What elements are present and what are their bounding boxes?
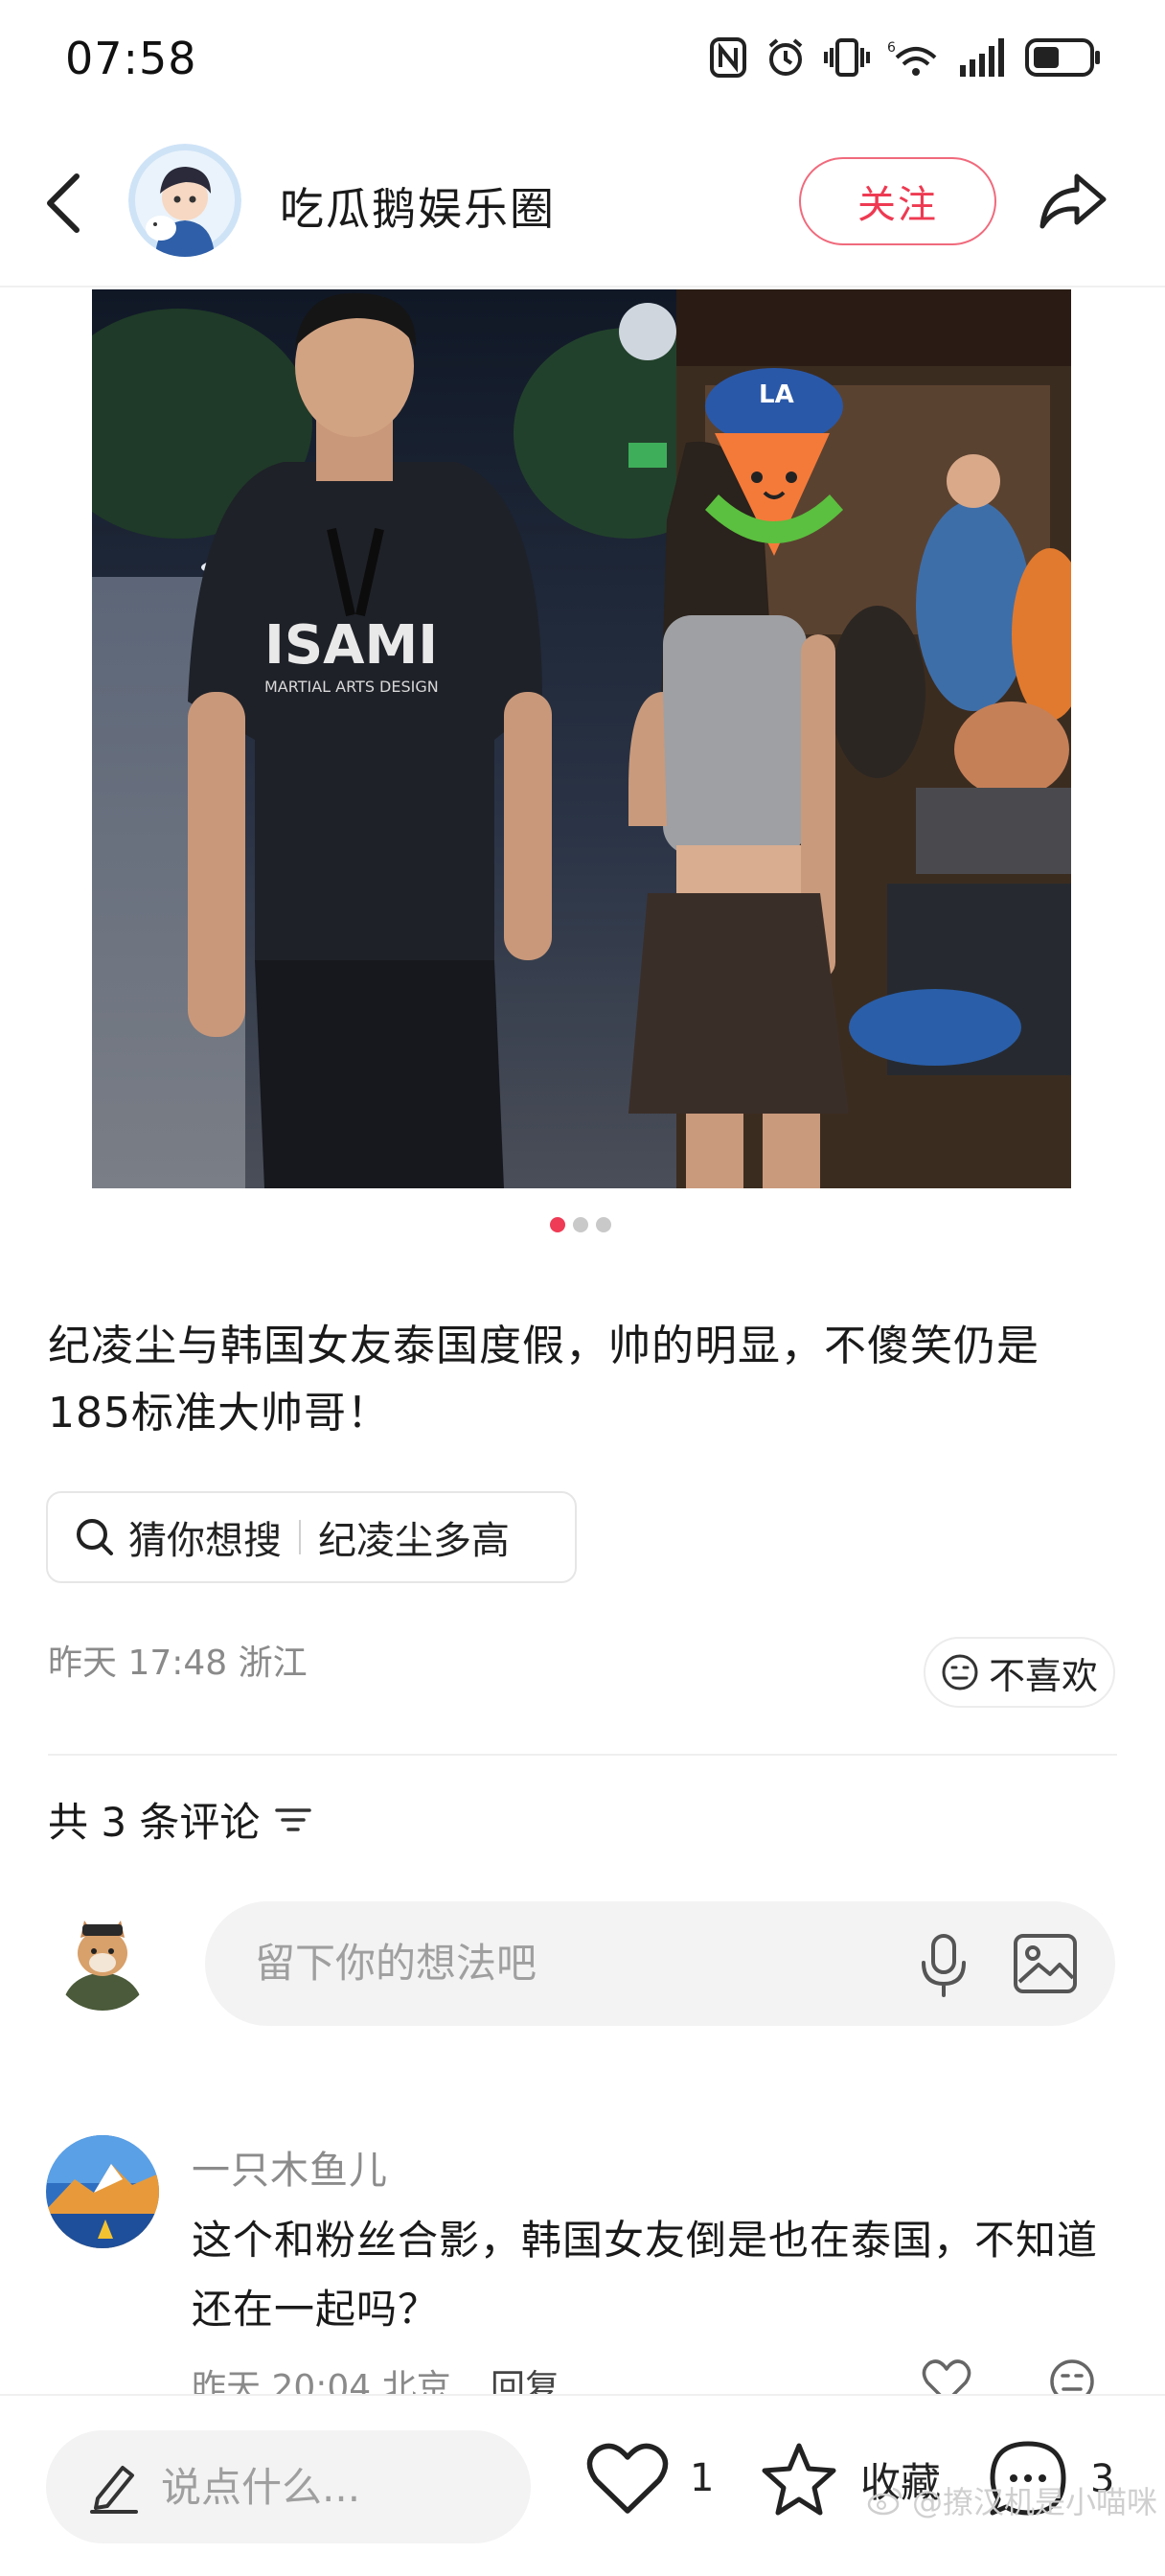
sort-icon[interactable]	[275, 1806, 312, 1834]
commenter-name[interactable]: 一只木鱼儿	[192, 2139, 388, 2195]
microphone-icon[interactable]	[910, 1930, 977, 1999]
vibrate-icon	[824, 38, 870, 77]
search-suggestion-chip[interactable]: 猜你想搜 纪凌尘多高	[46, 1491, 577, 1583]
divider	[48, 1754, 1117, 1756]
comment-input-box[interactable]	[205, 1901, 1115, 2026]
watermark: @撩汉机是小喵咪	[866, 2478, 1157, 2522]
star-icon	[762, 2443, 836, 2516]
alarm-icon	[768, 38, 803, 76]
meh-face-icon	[942, 1654, 978, 1690]
weibo-logo-icon	[867, 2487, 902, 2516]
svg-text:6: 6	[887, 40, 896, 56]
wifi-6-icon: 6	[887, 40, 937, 76]
search-term: 纪凌尘多高	[318, 1519, 510, 1563]
account-name[interactable]: 吃瓜鹅娱乐圈	[280, 174, 556, 238]
comment-text: 这个和粉丝合影，韩国女友倒是也在泰国，不知道还在一起吗？	[192, 2217, 1099, 2333]
like-count: 1	[690, 2456, 715, 2500]
image-icon[interactable]	[1012, 1932, 1079, 1995]
share-icon[interactable]	[1035, 163, 1111, 240]
like-button[interactable]: 1	[586, 2440, 714, 2517]
search-prefix: 猜你想搜	[128, 1519, 282, 1563]
post-text: 纪凌尘与韩国女友泰国度假，帅的明显，不傻笑仍是185标准大帅哥！	[48, 1322, 1039, 1438]
post-header: 吃瓜鹅娱乐圈 关注	[0, 119, 1165, 288]
nfc-icon	[710, 37, 746, 78]
follow-button[interactable]: 关注	[799, 157, 996, 245]
pager-dot[interactable]	[596, 1217, 611, 1232]
search-icon	[77, 1519, 113, 1555]
dislike-label: 不喜欢	[988, 1654, 1098, 1697]
comment-count-label: 共 3 条评论	[48, 1799, 261, 1846]
status-bar: 07:58 6	[0, 0, 1165, 119]
status-icons: 6	[709, 34, 1102, 80]
pager-dot[interactable]	[550, 1217, 565, 1232]
divider	[299, 1520, 301, 1554]
my-avatar	[52, 1909, 153, 2011]
back-icon[interactable]	[36, 169, 90, 238]
commenter-avatar[interactable]	[46, 2135, 159, 2248]
status-time: 07:58	[65, 33, 197, 84]
shirt-text: ISAMI	[264, 614, 438, 677]
comment-input[interactable]	[255, 1934, 849, 1991]
say-something-box[interactable]	[46, 2430, 531, 2543]
pencil-icon	[90, 2466, 138, 2514]
gallery-pager	[550, 1217, 611, 1232]
post-meta: 昨天 17:48 浙江	[48, 1644, 308, 1683]
pager-dot[interactable]	[573, 1217, 588, 1232]
post-photo[interactable]: ISAMI MARTIAL ARTS DESIGN LA	[92, 289, 1071, 1188]
signal-icon	[960, 38, 1004, 77]
battery-icon	[1025, 38, 1100, 77]
cap-text: LA	[759, 380, 794, 409]
watermark-text: @撩汉机是小喵咪	[912, 2484, 1158, 2520]
say-something-input[interactable]	[161, 2463, 487, 2511]
heart-icon	[586, 2443, 669, 2514]
shirt-subtext: MARTIAL ARTS DESIGN	[264, 678, 439, 696]
comment-count-header: 共 3 条评论	[48, 1790, 312, 1849]
account-avatar[interactable]	[128, 144, 241, 257]
dislike-button[interactable]: 不喜欢	[924, 1637, 1115, 1708]
